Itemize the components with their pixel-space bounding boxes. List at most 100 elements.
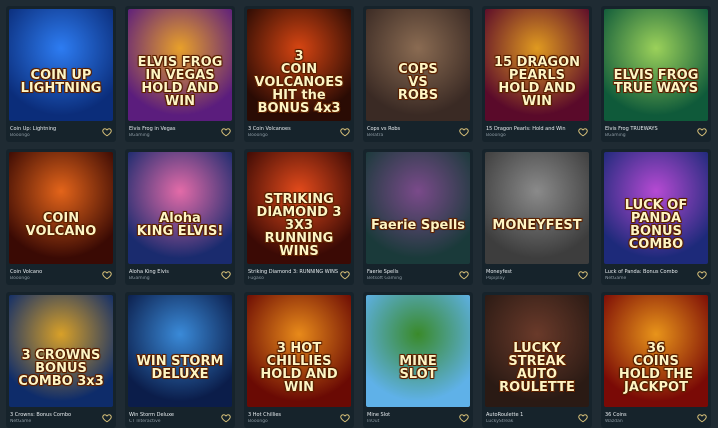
game-thumbnail[interactable]: 3 COIN VOLCANOES HIT the BONUS 4x3 [247, 9, 351, 121]
favorite-button[interactable] [101, 412, 112, 423]
game-title[interactable]: Faerie Spells [367, 269, 459, 275]
game-title[interactable]: 15 Dragon Pearls: Hold and Win [486, 126, 578, 132]
game-artwork [9, 9, 113, 121]
game-meta: Luck of Panda: Bonus Combo NetGame [605, 266, 707, 284]
game-card[interactable]: STRIKING DIAMOND 3 3X3 RUNNING WINS Strik… [244, 149, 354, 285]
game-thumbnail[interactable]: Faerie Spells [366, 152, 470, 264]
game-thumbnail[interactable]: 36 COINS HOLD THE JACKPOT [604, 295, 708, 407]
game-title[interactable]: Elvis Frog in Vegas [129, 126, 221, 132]
game-title[interactable]: 36 Coins [605, 412, 697, 418]
game-title[interactable]: AutoRoulette 1 [486, 412, 578, 418]
heart-icon [696, 127, 707, 136]
game-card[interactable]: 3 COIN VOLCANOES HIT the BONUS 4x3 3 Coin… [244, 6, 354, 142]
game-title[interactable]: Coin Volcano [10, 269, 102, 275]
game-title[interactable]: Mine Slot [367, 412, 459, 418]
favorite-button[interactable] [458, 269, 469, 280]
favorite-button[interactable] [577, 269, 588, 280]
game-thumbnail[interactable]: 3 CROWNS BONUS COMBO 3x3 [9, 295, 113, 407]
favorite-button[interactable] [458, 126, 469, 137]
game-card[interactable]: LUCK OF PANDA BONUS COMBO Luck of Panda: … [601, 149, 711, 285]
game-logo-text: LUCKY STREAK AUTO ROULETTE [499, 341, 575, 395]
heart-icon [220, 413, 231, 422]
game-provider: InOut [367, 419, 380, 424]
favorite-button[interactable] [339, 412, 350, 423]
game-title[interactable]: Cops vs Robs [367, 126, 459, 132]
heart-icon [339, 270, 350, 279]
game-meta: 15 Dragon Pearls: Hold and Win Booongo [486, 123, 588, 141]
game-artwork [128, 152, 232, 264]
game-thumbnail[interactable]: COIN VOLCANO [9, 152, 113, 264]
game-logo-text: Faerie Spells [370, 217, 466, 233]
game-artwork [485, 152, 589, 264]
game-thumbnail[interactable]: STRIKING DIAMOND 3 3X3 RUNNING WINS [247, 152, 351, 264]
game-card[interactable]: 15 DRAGON PEARLS HOLD AND WIN 15 Dragon P… [482, 6, 592, 142]
game-thumbnail[interactable]: COPS VS ROBS [366, 9, 470, 121]
game-logo-text: STRIKING DIAMOND 3 3X3 RUNNING WINS [256, 191, 342, 259]
game-title[interactable]: 3 Hot Chillies [248, 412, 340, 418]
game-meta: Striking Diamond 3: RUNNING WINS Fugaso [248, 266, 350, 284]
game-card[interactable]: MINE SLOT Mine Slot InOut [363, 292, 473, 428]
game-meta: Cops vs Robs Belatra [367, 123, 469, 141]
game-logo-text: MONEYFEST [492, 217, 582, 233]
favorite-button[interactable] [577, 126, 588, 137]
favorite-button[interactable] [220, 412, 231, 423]
game-card[interactable]: COIN VOLCANO Coin Volcano Booongo [6, 149, 116, 285]
game-artwork [366, 295, 470, 407]
game-title[interactable]: Luck of Panda: Bonus Combo [605, 269, 697, 275]
game-card[interactable]: 3 HOT CHILLIES HOLD AND WIN 3 Hot Chillie… [244, 292, 354, 428]
game-logo-text: ELVIS FROG IN VEGAS HOLD AND WIN [137, 55, 223, 109]
game-card[interactable]: Faerie Spells Faerie Spells Betsoft Gaming [363, 149, 473, 285]
favorite-button[interactable] [220, 269, 231, 280]
favorite-button[interactable] [101, 126, 112, 137]
game-thumbnail[interactable]: MONEYFEST [485, 152, 589, 264]
game-thumbnail[interactable]: 3 HOT CHILLIES HOLD AND WIN [247, 295, 351, 407]
game-card[interactable]: COPS VS ROBS Cops vs Robs Belatra [363, 6, 473, 142]
game-provider: Fugaso [248, 276, 264, 281]
game-card[interactable]: COIN UP LIGHTNING Coin Up: Lightning Booon… [6, 6, 116, 142]
favorite-button[interactable] [696, 269, 707, 280]
game-thumbnail[interactable]: ELVIS FROG IN VEGAS HOLD AND WIN [128, 9, 232, 121]
game-title[interactable]: Moneyfest [486, 269, 578, 275]
game-card[interactable]: 3 CROWNS BONUS COMBO 3x3 3 Crowns: Bonus … [6, 292, 116, 428]
game-title[interactable]: Win Storm Deluxe [129, 412, 221, 418]
game-title[interactable]: Elvis Frog TRUEWAYS [605, 126, 697, 132]
game-card[interactable]: LUCKY STREAK AUTO ROULETTE AutoRoulette 1… [482, 292, 592, 428]
game-title[interactable]: 3 Crowns: Bonus Combo [10, 412, 102, 418]
game-card[interactable]: ELVIS FROG IN VEGAS HOLD AND WIN Elvis Fr… [125, 6, 235, 142]
heart-icon [577, 270, 588, 279]
game-card[interactable]: WIN STORM DELUXE Win Storm Deluxe CT Inter… [125, 292, 235, 428]
game-thumbnail[interactable]: 15 DRAGON PEARLS HOLD AND WIN [485, 9, 589, 121]
favorite-button[interactable] [339, 269, 350, 280]
game-thumbnail[interactable]: ELVIS FROG TRUE WAYS [604, 9, 708, 121]
game-title[interactable]: Coin Up: Lightning [10, 126, 102, 132]
game-title[interactable]: 3 Coin Volcanoes [248, 126, 340, 132]
favorite-button[interactable] [696, 126, 707, 137]
game-card[interactable]: MONEYFEST Moneyfest Popiplay [482, 149, 592, 285]
game-meta: Moneyfest Popiplay [486, 266, 588, 284]
game-logo-text: 3 CROWNS BONUS COMBO 3x3 [18, 347, 104, 389]
game-card[interactable]: ELVIS FROG TRUE WAYS Elvis Frog TRUEWAYS B… [601, 6, 711, 142]
game-artwork [128, 295, 232, 407]
game-provider: Belatra [367, 133, 384, 138]
game-thumbnail[interactable]: LUCKY STREAK AUTO ROULETTE [485, 295, 589, 407]
game-card[interactable]: 36 COINS HOLD THE JACKPOT 36 Coins Wazdan [601, 292, 711, 428]
game-logo-text: MINE SLOT [399, 354, 437, 382]
favorite-button[interactable] [101, 269, 112, 280]
game-provider: NetGame [605, 276, 627, 281]
game-thumbnail[interactable]: Aloha KING ELVIS! [128, 152, 232, 264]
game-meta: 3 Crowns: Bonus Combo NetGame [10, 409, 112, 427]
game-title[interactable]: Aloha King Elvis [129, 269, 221, 275]
favorite-button[interactable] [696, 412, 707, 423]
heart-icon [101, 270, 112, 279]
game-thumbnail[interactable]: COIN UP LIGHTNING [9, 9, 113, 121]
favorite-button[interactable] [577, 412, 588, 423]
game-card[interactable]: Aloha KING ELVIS! Aloha King Elvis BGaming [125, 149, 235, 285]
heart-icon [458, 127, 469, 136]
game-thumbnail[interactable]: MINE SLOT [366, 295, 470, 407]
favorite-button[interactable] [458, 412, 469, 423]
favorite-button[interactable] [339, 126, 350, 137]
game-thumbnail[interactable]: WIN STORM DELUXE [128, 295, 232, 407]
game-thumbnail[interactable]: LUCK OF PANDA BONUS COMBO [604, 152, 708, 264]
game-title[interactable]: Striking Diamond 3: RUNNING WINS [248, 269, 340, 275]
favorite-button[interactable] [220, 126, 231, 137]
